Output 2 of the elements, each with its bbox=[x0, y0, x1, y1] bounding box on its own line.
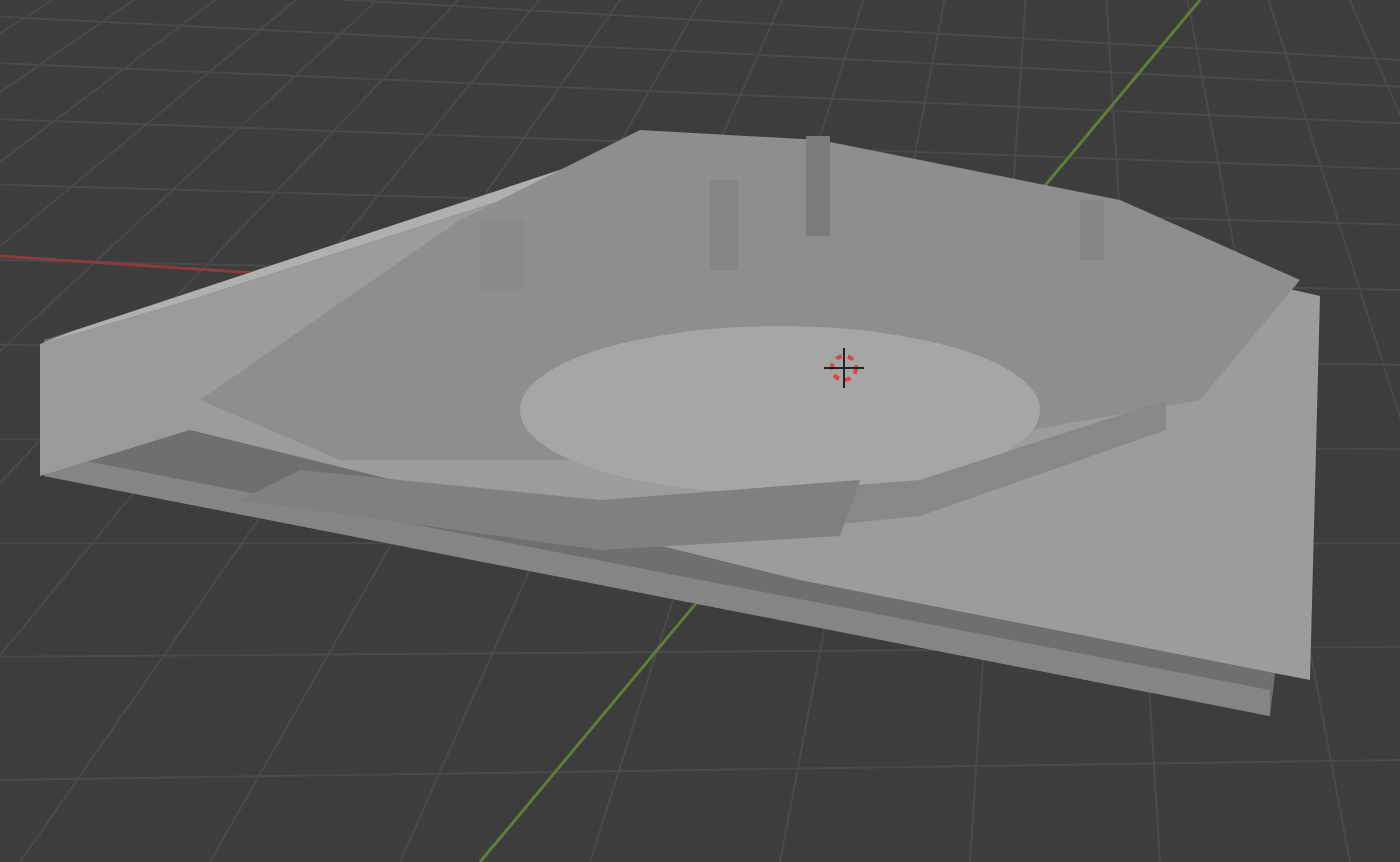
viewport-drawing[interactable] bbox=[0, 0, 1400, 862]
3d-cursor-icon[interactable] bbox=[823, 347, 865, 389]
